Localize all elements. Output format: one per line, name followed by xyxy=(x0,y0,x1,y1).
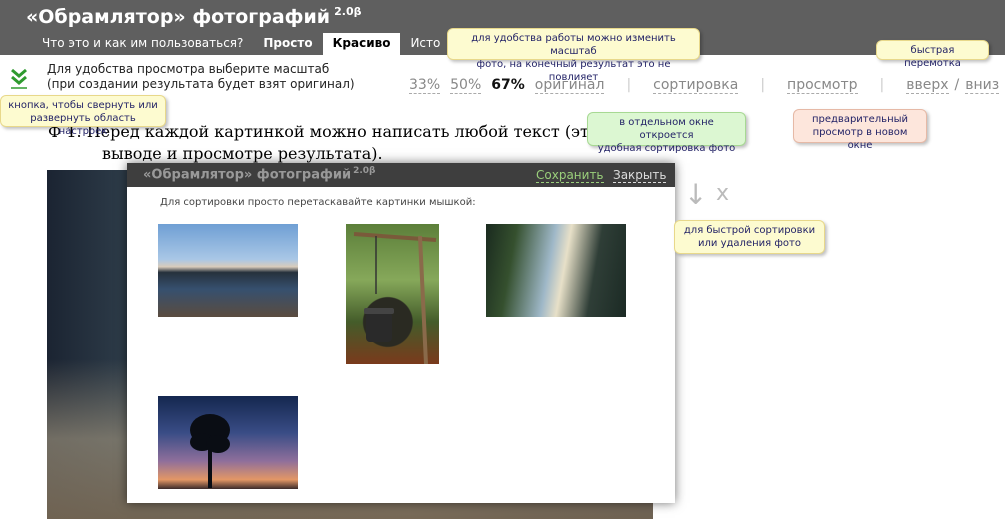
scale-50-button[interactable]: 50% xyxy=(450,77,482,94)
sortable-thumbnail[interactable] xyxy=(486,224,626,317)
callout-collapse: кнопка, чтобы свернуть или развернуть об… xyxy=(0,95,166,137)
nav-item-beautiful[interactable]: Красиво xyxy=(322,33,401,55)
callout-sort: в отдельном окне откроется удобная сорти… xyxy=(587,112,746,154)
popup-title-text: «Обрамлятор» фотографий xyxy=(143,167,352,183)
scroll-up-link[interactable]: вверх xyxy=(906,77,949,94)
popup-hint: Для сортировки просто перетаскавайте кар… xyxy=(160,197,476,208)
main-nav: Что это и как им пользоваться? Просто Кр… xyxy=(32,33,450,55)
controls-divider: | xyxy=(879,77,885,93)
sort-popup-window: «Обрамлятор» фотографий 2.0β Сохранить За… xyxy=(127,163,675,503)
settings-controls: 33% 50% 67% оригинал | сортировка | прос… xyxy=(409,77,1000,94)
move-down-arrow-icon[interactable]: ↓ xyxy=(684,178,707,211)
callout-preview: предварительный просмотр в новом окне xyxy=(793,109,927,151)
nav-item-simple[interactable]: Просто xyxy=(253,33,322,55)
popup-version: 2.0β xyxy=(353,166,376,176)
scale-67-button[interactable]: 67% xyxy=(491,77,525,93)
app-title: «Обрамлятор» фотографий 2.0β xyxy=(26,5,362,28)
pot-image xyxy=(353,232,437,364)
popup-header: «Обрамлятор» фотографий 2.0β Сохранить За… xyxy=(127,163,675,187)
controls-divider: | xyxy=(626,77,632,93)
sortable-thumbnail[interactable] xyxy=(346,224,439,364)
popup-title: «Обрамлятор» фотографий 2.0β xyxy=(143,166,375,182)
preview-button[interactable]: просмотр xyxy=(787,77,858,94)
nav-item-history[interactable]: Исто xyxy=(400,33,450,55)
app-root: «Обрамлятор» фотографий 2.0β Что это и ка… xyxy=(0,0,1005,519)
scroll-down-link[interactable]: вниз xyxy=(965,77,1000,94)
popup-close-button[interactable]: Закрыть xyxy=(613,168,667,183)
callout-scale: для удобства работы можно изменить масшт… xyxy=(447,28,700,83)
sort-button[interactable]: сортировка xyxy=(653,77,739,94)
app-version: 2.0β xyxy=(334,5,362,18)
scale-hint-line1: Для удобства просмотра выберите масштаб xyxy=(47,62,330,76)
sortable-thumbnail[interactable] xyxy=(158,224,298,317)
scale-hint-line2: (при создании результата будет взят ориг… xyxy=(47,77,355,91)
scroll-separator: / xyxy=(954,77,960,93)
double-chevron-down-icon xyxy=(11,68,27,89)
callout-fast-scroll: быстрая перемотка xyxy=(876,40,989,69)
callout-quick-sort: для быстрой сортировки или удаления фото xyxy=(674,220,825,254)
sortable-thumbnail[interactable] xyxy=(158,396,298,489)
scale-hint: Для удобства просмотра выберите масштаб … xyxy=(47,62,355,92)
scale-33-button[interactable]: 33% xyxy=(409,77,441,94)
popup-save-button[interactable]: Сохранить xyxy=(536,168,604,183)
collapse-settings-icon[interactable] xyxy=(9,66,29,90)
app-title-text: «Обрамлятор» фотографий xyxy=(26,6,331,28)
tree-silhouette xyxy=(190,414,230,488)
delete-photo-icon[interactable]: x xyxy=(716,181,729,206)
nav-item-help[interactable]: Что это и как им пользоваться? xyxy=(32,33,253,55)
controls-divider: | xyxy=(760,77,766,93)
